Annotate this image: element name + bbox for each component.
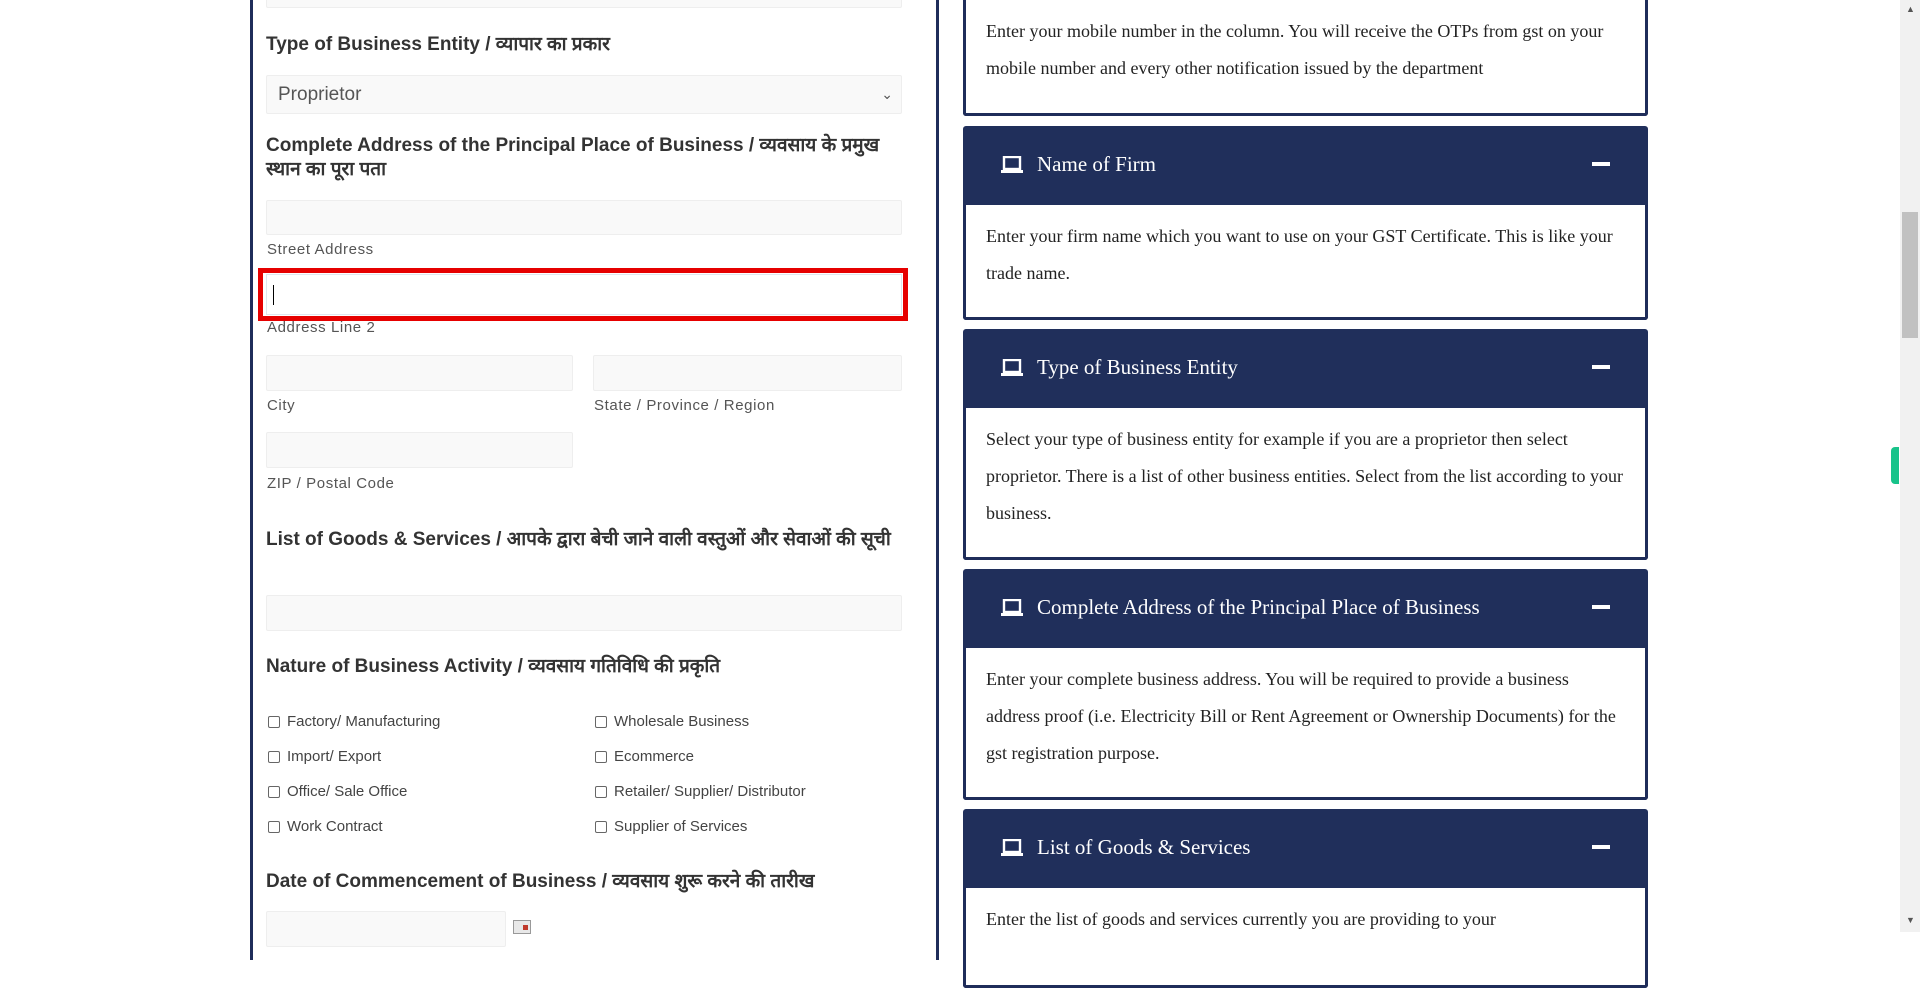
scroll-down-arrow-icon[interactable]: ▼	[1906, 915, 1915, 925]
city-label: City	[267, 397, 296, 414]
scroll-up-arrow-icon[interactable]: ▲	[1906, 4, 1915, 14]
chevron-down-icon: ⌄	[881, 86, 893, 102]
help-text: Enter the list of goods and services cur…	[986, 909, 1496, 929]
street-address-label: Street Address	[267, 241, 374, 258]
help-body-name-of-firm: Enter your firm name which you want to u…	[963, 205, 1648, 320]
checkbox-retailer-supplier-distributor[interactable]: Retailer/ Supplier/ Distributor	[595, 783, 806, 800]
checkbox-supplier-of-services[interactable]: Supplier of Services	[595, 818, 747, 835]
state-input[interactable]	[593, 355, 902, 391]
goods-input[interactable]	[266, 595, 902, 631]
help-title: Name of Firm	[1037, 152, 1156, 176]
help-text: Select your type of business entity for …	[986, 429, 1624, 523]
help-text: Enter your firm name which you want to u…	[986, 226, 1613, 283]
checkbox-wholesale-business[interactable]: Wholesale Business	[595, 713, 749, 730]
help-header-business-entity[interactable]: Type of Business Entity	[963, 329, 1648, 408]
goods-heading: List of Goods & Services / आपके द्वारा ब…	[266, 529, 891, 550]
help-header-name-of-firm[interactable]: Name of Firm	[963, 126, 1648, 205]
address-line2-label: Address Line 2	[267, 319, 376, 336]
address-heading: Complete Address of the Principal Place …	[266, 135, 880, 180]
feedback-tab[interactable]	[1891, 447, 1899, 484]
zip-input[interactable]	[266, 432, 573, 468]
minus-icon[interactable]	[1592, 162, 1610, 166]
help-title: List of Goods & Services	[1037, 835, 1251, 859]
minus-icon[interactable]	[1592, 845, 1610, 849]
checkbox-factory-manufacturing[interactable]: Factory/ Manufacturing	[268, 713, 440, 730]
checkbox[interactable]	[595, 715, 607, 728]
minus-icon[interactable]	[1592, 605, 1610, 609]
checkbox[interactable]	[268, 715, 280, 728]
minus-icon[interactable]	[1592, 365, 1610, 369]
date-heading: Date of Commencement of Business / व्यवस…	[266, 871, 815, 892]
checkbox[interactable]	[595, 820, 607, 833]
business-entity-heading: Type of Business Entity / व्यापार का प्र…	[266, 34, 610, 55]
checkbox[interactable]	[268, 785, 280, 798]
checkbox[interactable]	[268, 820, 280, 833]
business-entity-select[interactable]: Proprietor ⌄	[266, 75, 902, 114]
checkbox[interactable]	[595, 785, 607, 798]
checkbox[interactable]	[268, 750, 280, 763]
help-mobile-text: Enter your mobile number in the column. …	[986, 21, 1604, 78]
city-input[interactable]	[266, 355, 573, 391]
page-scrollbar[interactable]: ▲ ▼	[1900, 0, 1920, 932]
help-title: Complete Address of the Principal Place …	[1037, 595, 1480, 619]
laptop-icon	[1001, 156, 1023, 173]
state-label: State / Province / Region	[594, 397, 775, 414]
help-text: Enter your complete business address. Yo…	[986, 669, 1616, 763]
checkbox-import-export[interactable]: Import/ Export	[268, 748, 381, 765]
previous-input[interactable]	[266, 0, 902, 8]
checkbox[interactable]	[595, 750, 607, 763]
checkbox-work-contract[interactable]: Work Contract	[268, 818, 383, 835]
help-body-address: Enter your complete business address. Yo…	[963, 648, 1648, 800]
laptop-icon	[1001, 839, 1023, 856]
date-input[interactable]	[266, 911, 506, 947]
laptop-icon	[1001, 359, 1023, 376]
zip-label: ZIP / Postal Code	[267, 475, 395, 492]
help-body-business-entity: Select your type of business entity for …	[963, 408, 1648, 560]
help-body-goods: Enter the list of goods and services cur…	[963, 888, 1648, 988]
address-line2-input[interactable]	[266, 274, 902, 315]
help-header-address[interactable]: Complete Address of the Principal Place …	[963, 569, 1648, 648]
help-mobile-body: Enter your mobile number in the column. …	[963, 0, 1648, 116]
checkbox-ecommerce[interactable]: Ecommerce	[595, 748, 694, 765]
checkbox-office-sale-office[interactable]: Office/ Sale Office	[268, 783, 407, 800]
nature-heading: Nature of Business Activity / व्यवसाय गत…	[266, 656, 721, 677]
help-header-goods[interactable]: List of Goods & Services	[963, 809, 1648, 888]
text-cursor	[273, 285, 274, 305]
scrollbar-thumb[interactable]	[1902, 212, 1918, 338]
business-entity-selected: Proprietor	[278, 84, 362, 105]
help-title: Type of Business Entity	[1037, 355, 1238, 379]
laptop-icon	[1001, 599, 1023, 616]
street-address-input[interactable]	[266, 200, 902, 235]
